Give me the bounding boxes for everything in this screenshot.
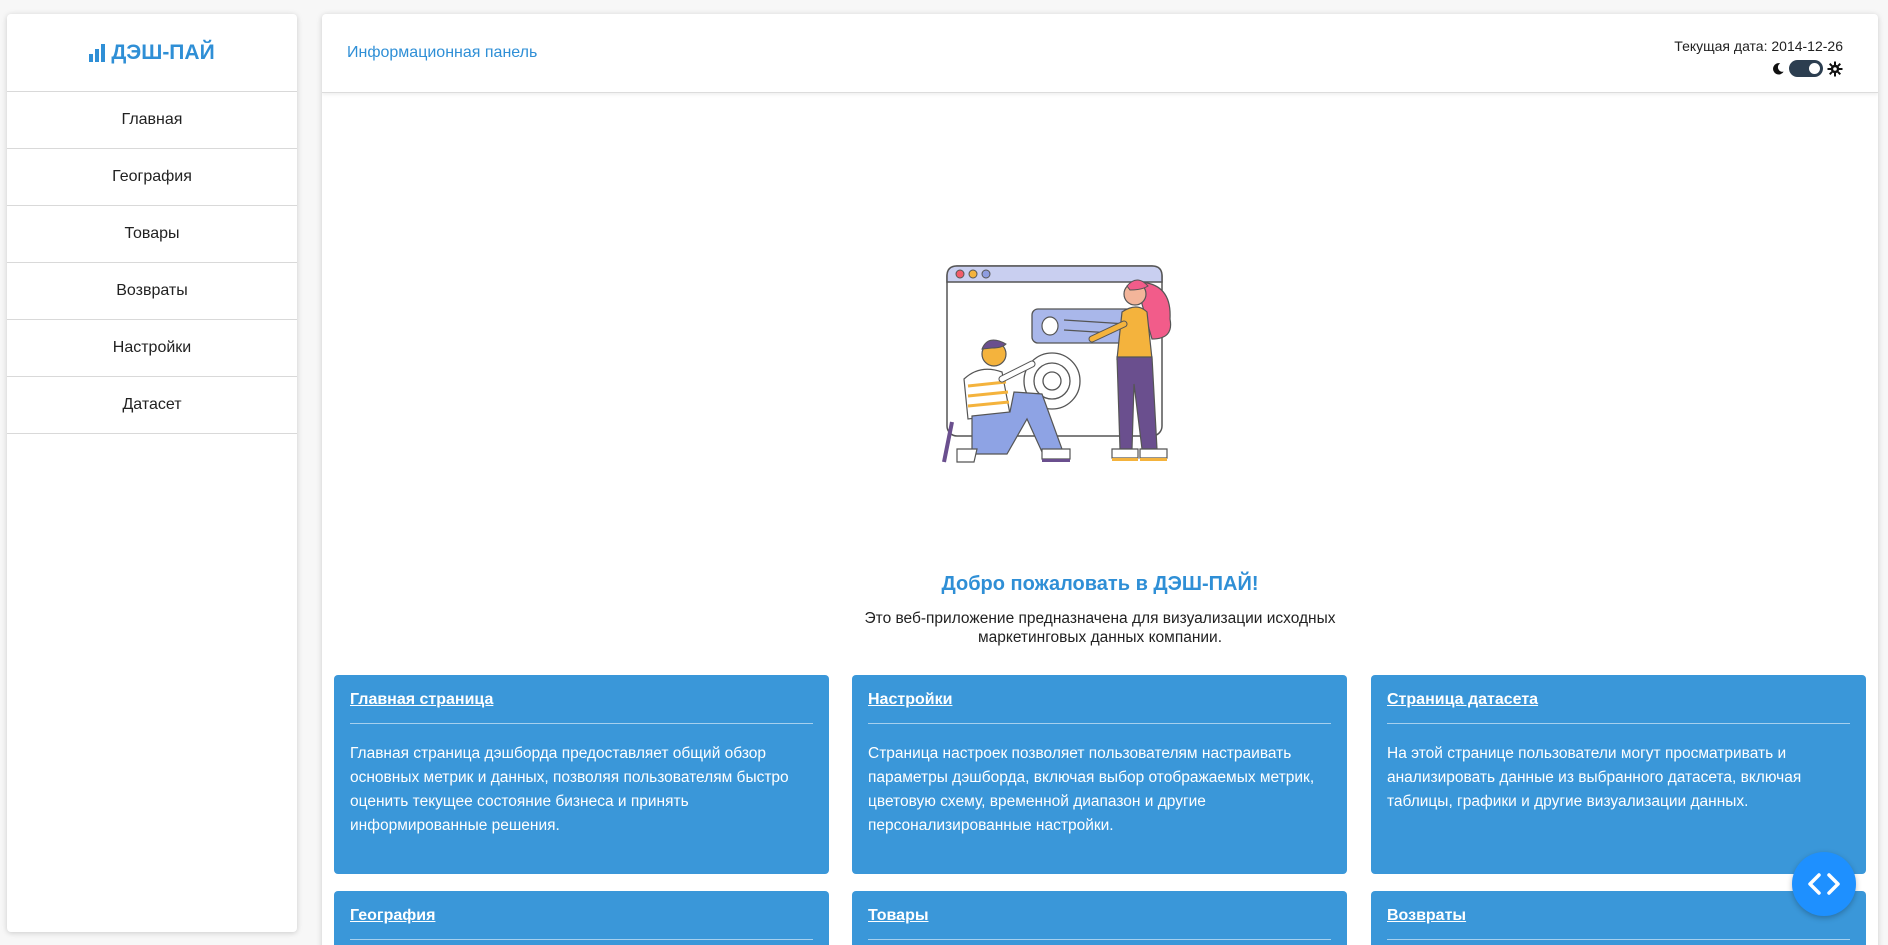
sidebar-item-settings[interactable]: Настройки <box>7 320 297 377</box>
welcome-text: Это веб-приложение предназначена для виз… <box>864 610 1336 646</box>
sidebar-item-label: Товары <box>124 225 180 242</box>
date-box: Текущая дата: 2014-12-26 <box>1674 38 1843 77</box>
top-bar: Информационная панель Текущая дата: 2014… <box>322 14 1878 93</box>
card-text: Страница настроек позволяет пользователя… <box>868 745 1315 834</box>
toggle-knob <box>1809 63 1820 74</box>
card-link-dataset[interactable]: Страница датасета <box>1387 691 1538 709</box>
card-link-returns[interactable]: Возвраты <box>1387 907 1466 925</box>
code-icon <box>1808 873 1840 895</box>
sidebar-item-label: География <box>112 168 192 185</box>
theme-switch <box>1674 60 1843 77</box>
card-link-products[interactable]: Товары <box>868 907 929 925</box>
card-divider <box>868 939 1331 940</box>
gear-icon <box>1827 61 1843 76</box>
sidebar: ДЭШ-ПАЙ Главная География Товары Возврат… <box>7 14 297 932</box>
card-dataset: Страница датасета На этой странице польз… <box>1371 675 1866 874</box>
brand-logo[interactable]: ДЭШ-ПАЙ <box>7 14 297 92</box>
sidebar-item-label: Главная <box>121 111 183 128</box>
card-link-geography[interactable]: География <box>350 907 435 925</box>
sidebar-item-label: Настройки <box>112 339 192 356</box>
card-divider <box>1387 939 1850 940</box>
code-toggle-button[interactable] <box>1792 852 1856 916</box>
sidebar-item-geography[interactable]: География <box>7 149 297 206</box>
sidebar-item-label: Возвраты <box>116 282 188 299</box>
brand-name: ДЭШ-ПАЙ <box>111 40 215 64</box>
sidebar-item-returns[interactable]: Возвраты <box>7 263 297 320</box>
dark-mode-toggle[interactable] <box>1789 60 1823 77</box>
card-products: Товары <box>852 891 1347 945</box>
sidebar-item-label: Датасет <box>122 396 182 413</box>
moon-icon <box>1773 62 1784 75</box>
card-geography: География <box>334 891 829 945</box>
page-title: Информационная панель <box>347 44 538 61</box>
card-link-home[interactable]: Главная страница <box>350 691 493 709</box>
card-divider <box>350 723 813 724</box>
sidebar-item-home[interactable]: Главная <box>7 92 297 149</box>
card-divider <box>350 939 813 940</box>
sidebar-item-products[interactable]: Товары <box>7 206 297 263</box>
card-returns: Возвраты <box>1371 891 1866 945</box>
card-divider <box>868 723 1331 724</box>
sidebar-item-dataset[interactable]: Датасет <box>7 377 297 434</box>
card-settings: Настройки Страница настроек позволяет по… <box>852 675 1347 874</box>
current-date: Текущая дата: 2014-12-26 <box>1674 38 1843 54</box>
card-divider <box>1387 723 1850 724</box>
card-text: Главная страница дэшборда предоставляет … <box>350 745 789 834</box>
bar-chart-icon <box>89 43 106 62</box>
welcome-illustration <box>942 265 1172 463</box>
card-link-settings[interactable]: Настройки <box>868 691 952 709</box>
welcome-title: Добро пожаловать в ДЭШ-ПАЙ! <box>941 573 1259 595</box>
card-home: Главная страница Главная страница дэшбор… <box>334 675 829 874</box>
main-panel: Информационная панель Текущая дата: 2014… <box>322 14 1878 945</box>
card-text: На этой странице пользователи могут прос… <box>1387 745 1802 810</box>
